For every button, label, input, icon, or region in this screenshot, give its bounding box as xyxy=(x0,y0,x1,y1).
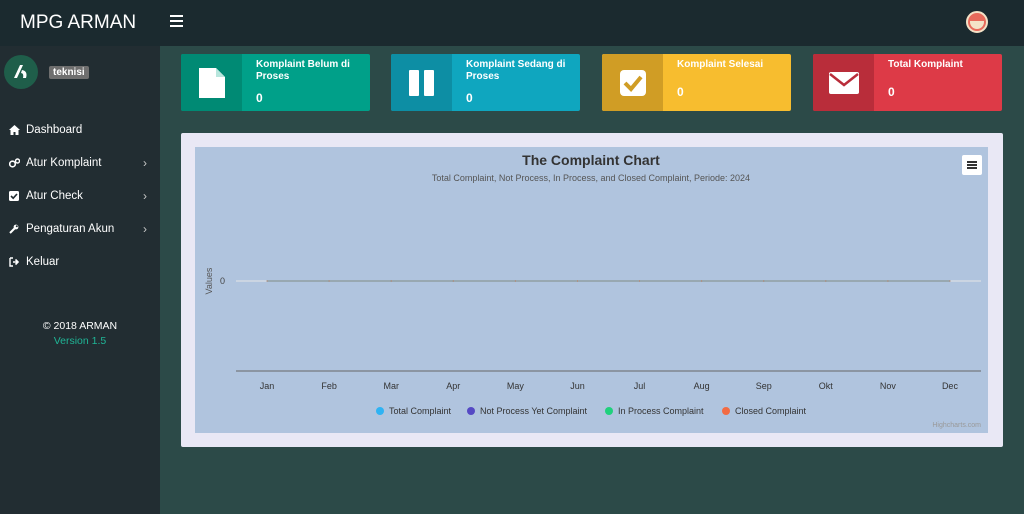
cogs-icon xyxy=(8,147,20,180)
logo-mark-icon xyxy=(14,65,27,78)
stat-value: 0 xyxy=(256,91,263,105)
legend-marker xyxy=(467,407,475,415)
check-icon xyxy=(602,54,663,111)
data-point xyxy=(639,280,641,282)
data-point xyxy=(949,280,951,282)
pause-icon xyxy=(391,54,452,111)
x-tick-label: Jan xyxy=(260,381,275,391)
sidebar-item-keluar[interactable]: Keluar xyxy=(0,246,160,279)
sign-out-icon xyxy=(8,246,20,279)
stat-value: 0 xyxy=(888,85,895,99)
stat-label: Komplaint Belum di Proses xyxy=(256,59,350,82)
data-point xyxy=(887,280,889,282)
data-point xyxy=(452,280,454,282)
legend-label: Not Process Yet Complaint xyxy=(480,406,588,416)
stat-label: Komplaint Sedang di Proses xyxy=(466,59,566,82)
x-tick-label: Nov xyxy=(880,381,897,391)
x-tick-label: Sep xyxy=(756,381,772,391)
x-tick-label: Apr xyxy=(446,381,460,391)
y-axis-label: Values xyxy=(204,267,214,294)
stat-label: Komplaint Selesai xyxy=(677,59,764,70)
x-tick-label: Mar xyxy=(383,381,399,391)
home-icon xyxy=(8,114,20,147)
x-tick-label: Jun xyxy=(570,381,585,391)
stat-box-selesai[interactable]: Komplaint Selesai 0 xyxy=(602,54,791,111)
stat-box-sedang-proses[interactable]: Komplaint Sedang di Proses 0 xyxy=(391,54,580,111)
data-point xyxy=(266,280,268,282)
app-brand[interactable]: MPG ARMAN xyxy=(0,0,160,46)
data-point xyxy=(763,280,765,282)
data-point xyxy=(514,280,516,282)
wrench-icon xyxy=(8,213,20,246)
y-tick-label: 0 xyxy=(220,276,225,286)
legend-label: In Process Complaint xyxy=(618,406,704,416)
stat-box-total[interactable]: Total Komplaint 0 xyxy=(813,54,1002,111)
chevron-right-icon: › xyxy=(143,189,147,203)
x-tick-label: Aug xyxy=(694,381,710,391)
x-tick-label: Okt xyxy=(819,381,834,391)
sidebar-item-dashboard[interactable]: Dashboard xyxy=(0,114,160,147)
file-icon xyxy=(181,54,242,111)
data-point xyxy=(825,280,827,282)
legend-marker xyxy=(376,407,384,415)
data-point xyxy=(576,280,578,282)
legend-item[interactable]: Total Complaint xyxy=(376,406,452,416)
hamburger-icon[interactable] xyxy=(170,15,183,27)
legend-marker xyxy=(605,407,613,415)
chart-container: The Complaint Chart Total Complaint, Not… xyxy=(195,147,988,433)
complaint-chart: The Complaint Chart Total Complaint, Not… xyxy=(204,152,981,416)
chart-credits-link[interactable]: Highcharts.com xyxy=(915,422,981,429)
user-logo xyxy=(4,55,38,89)
sidebar-item-atur-komplaint[interactable]: Atur Komplaint › xyxy=(0,147,160,180)
user-avatar-icon[interactable] xyxy=(966,11,988,33)
data-point xyxy=(328,280,330,282)
legend-item[interactable]: Closed Complaint xyxy=(722,406,807,416)
data-point xyxy=(390,280,392,282)
chart-title: The Complaint Chart xyxy=(522,152,660,168)
chevron-right-icon: › xyxy=(143,222,147,236)
sidebar-item-pengaturan-akun[interactable]: Pengaturan Akun › xyxy=(0,213,160,246)
data-point xyxy=(701,280,703,282)
sidebar-item-label: Dashboard xyxy=(26,124,83,136)
sidebar: teknisi Dashboard Atur Komplaint › Atur … xyxy=(0,46,160,514)
stat-box-belum-proses[interactable]: Komplaint Belum di Proses 0 xyxy=(181,54,370,111)
stat-value: 0 xyxy=(466,91,473,105)
chart-subtitle: Total Complaint, Not Process, In Process… xyxy=(432,173,750,183)
check-square-icon xyxy=(8,180,20,213)
envelope-icon xyxy=(813,54,874,111)
x-tick-label: May xyxy=(507,381,525,391)
sidebar-item-label: Pengaturan Akun xyxy=(26,223,115,235)
sidebar-item-label: Keluar xyxy=(26,256,60,268)
chevron-right-icon: › xyxy=(143,156,147,170)
role-badge: teknisi xyxy=(49,66,89,79)
legend-marker xyxy=(722,407,730,415)
x-tick-label: Feb xyxy=(321,381,337,391)
x-tick-label: Jul xyxy=(634,381,646,391)
x-tick-label: Dec xyxy=(942,381,959,391)
stat-value: 0 xyxy=(677,85,684,99)
chart-context-menu-button[interactable] xyxy=(962,155,982,175)
legend-label: Total Complaint xyxy=(389,406,452,416)
legend-item[interactable]: Not Process Yet Complaint xyxy=(467,406,588,416)
legend-label: Closed Complaint xyxy=(735,406,807,416)
stat-label: Total Komplaint xyxy=(888,59,963,70)
version-text: Version 1.5 xyxy=(53,335,107,347)
sidebar-menu: Dashboard Atur Komplaint › Atur Check › … xyxy=(0,114,160,279)
sidebar-item-atur-check[interactable]: Atur Check › xyxy=(0,180,160,213)
sidebar-item-label: Atur Check xyxy=(26,190,83,202)
legend-item[interactable]: In Process Complaint xyxy=(605,406,704,416)
top-navbar: MPG ARMAN xyxy=(0,0,1024,46)
sidebar-item-label: Atur Komplaint xyxy=(26,157,102,169)
copyright-text: © 2018 ARMAN xyxy=(42,320,118,332)
